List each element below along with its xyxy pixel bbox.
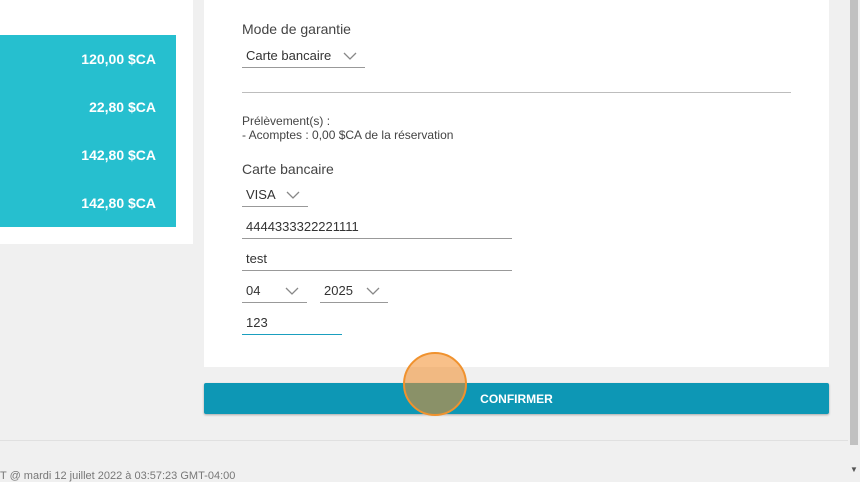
chevron-down-icon: [284, 189, 302, 201]
total-row-3: 142,80 $CA: [81, 147, 156, 163]
footer-timestamp: T @ mardi 12 juillet 2022 à 03:57:23 GMT…: [0, 470, 236, 482]
scroll-down-arrow-icon[interactable]: ▼: [850, 465, 858, 475]
chevron-down-icon: [283, 285, 301, 297]
expiry-year-value: 2025: [324, 283, 353, 298]
expiry-month-select[interactable]: 04: [242, 279, 307, 303]
total-row-1: 120,00 $CA: [81, 51, 156, 67]
totals-block: 120,00 $CA 22,80 $CA 142,80 $CA 142,80 $…: [0, 35, 176, 227]
click-indicator: [403, 352, 467, 416]
guarantee-label: Mode de garantie: [242, 21, 351, 37]
guarantee-value: Carte bancaire: [246, 48, 332, 63]
card-type-select[interactable]: VISA: [242, 183, 308, 207]
payment-card: Mode de garantie Carte bancaire Prélèvem…: [204, 0, 829, 367]
section-divider: [242, 92, 791, 93]
cvv-input[interactable]: 123: [242, 311, 342, 335]
deductions-line: - Acomptes : 0,00 $CA de la réservation: [242, 128, 454, 142]
card-number-input[interactable]: 4444333322221111: [242, 215, 512, 239]
confirm-button[interactable]: CONFIRMER: [204, 383, 829, 414]
chevron-down-icon: [364, 285, 382, 297]
card-type-value: VISA: [246, 187, 276, 202]
card-holder-input[interactable]: test: [242, 247, 512, 271]
left-summary-panel: 120,00 $CA 22,80 $CA 142,80 $CA 142,80 $…: [0, 0, 193, 244]
footer-divider: [0, 440, 848, 441]
expiry-month-value: 04: [246, 283, 261, 298]
guarantee-select[interactable]: Carte bancaire: [242, 44, 365, 68]
total-row-2: 22,80 $CA: [89, 99, 156, 115]
chevron-down-icon: [341, 50, 359, 62]
card-label: Carte bancaire: [242, 161, 334, 177]
scroll-thumb[interactable]: [850, 0, 858, 445]
total-row-4: 142,80 $CA: [81, 195, 156, 211]
vertical-scrollbar[interactable]: ▼: [848, 0, 860, 481]
expiry-year-select[interactable]: 2025: [320, 279, 388, 303]
deductions-title: Prélèvement(s) :: [242, 114, 331, 128]
